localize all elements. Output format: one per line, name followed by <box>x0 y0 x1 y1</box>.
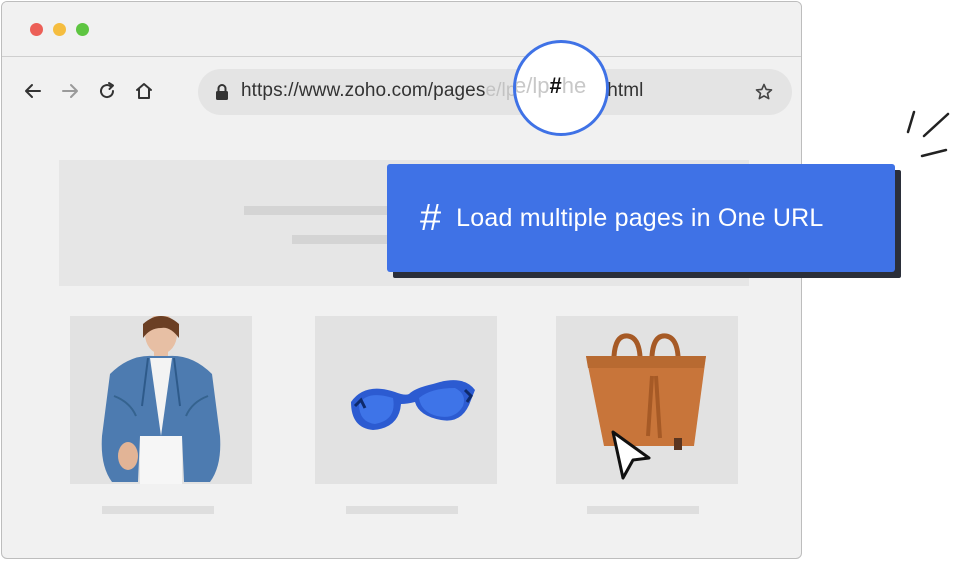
url-magnifier: e/lp#he <box>513 40 609 136</box>
magnifier-text-before: e/lp <box>514 73 550 98</box>
close-window-button[interactable] <box>30 23 43 36</box>
home-icon <box>136 83 152 99</box>
mouse-cursor-icon <box>611 430 651 480</box>
url-faded: e/lp <box>485 80 517 101</box>
address-bar[interactable]: https://www.zoho.com/pagese/lp#heatmap.h… <box>198 69 792 115</box>
callout-banner: # Load multiple pages in One URL <box>387 164 895 272</box>
arrow-right-icon <box>62 84 78 98</box>
star-icon[interactable] <box>754 82 774 102</box>
sparkle-lines-icon <box>906 110 950 158</box>
product-card-sunglasses[interactable] <box>315 316 497 484</box>
product-card-denim-jacket[interactable] <box>70 314 252 484</box>
product-caption-placeholder-2 <box>346 506 458 514</box>
hash-icon: # <box>420 197 442 239</box>
magnifier-hash: # <box>549 73 562 98</box>
sunglasses-image <box>351 380 475 430</box>
lock-icon <box>216 84 228 100</box>
back-button[interactable] <box>22 80 44 102</box>
magnifier-text-after: he <box>561 73 587 98</box>
maximize-window-button[interactable] <box>76 23 89 36</box>
arrow-left-icon <box>25 84 41 98</box>
url-start: https://www.zoho.com/pages <box>241 80 486 101</box>
home-button[interactable] <box>133 80 155 102</box>
reload-icon <box>100 82 115 99</box>
title-bar <box>2 2 801 57</box>
denim-jacket-image <box>101 314 221 484</box>
product-caption-placeholder-3 <box>587 506 699 514</box>
product-caption-placeholder-1 <box>102 506 214 514</box>
callout-text: Load multiple pages in One URL <box>456 203 824 232</box>
reload-button[interactable] <box>96 80 118 102</box>
forward-button[interactable] <box>59 80 81 102</box>
browser-window: https://www.zoho.com/pagese/lp#heatmap.h… <box>1 1 802 559</box>
minimize-window-button[interactable] <box>53 23 66 36</box>
